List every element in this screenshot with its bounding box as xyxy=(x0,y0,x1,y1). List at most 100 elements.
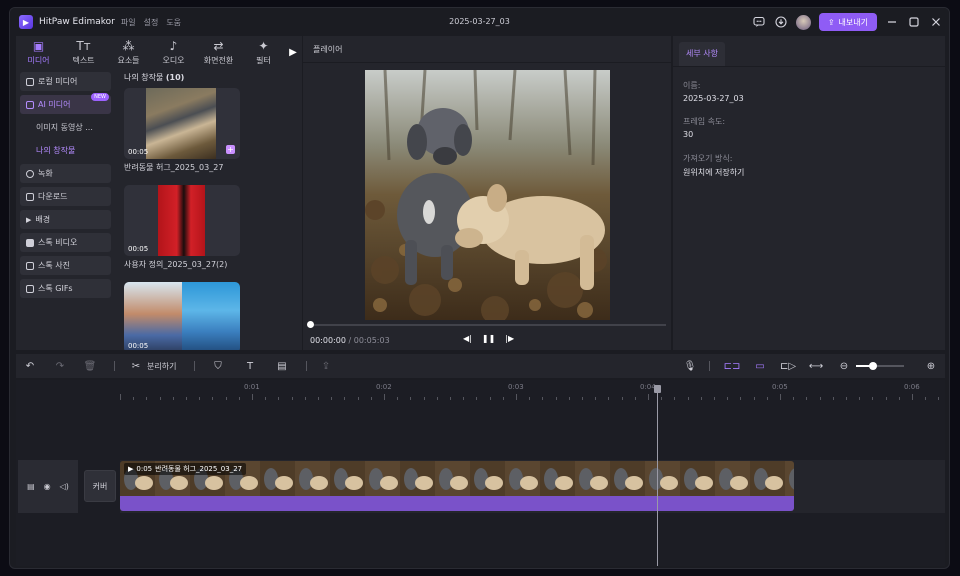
track-lock-icon[interactable]: ▤ xyxy=(27,482,35,491)
tab-details[interactable]: 세부 사항 xyxy=(679,42,725,66)
maximize-icon[interactable] xyxy=(907,15,921,29)
mask-icon[interactable]: ⛉ xyxy=(210,358,226,374)
text-box-icon[interactable]: T xyxy=(242,358,258,374)
sidebar-item-stock-photo[interactable]: 스톡 사진 xyxy=(20,256,111,275)
feedback-icon[interactable] xyxy=(752,15,766,29)
export-label: 내보내기 xyxy=(838,17,868,27)
tab-filter[interactable]: ✦ 필터 xyxy=(241,36,286,69)
menu-file[interactable]: 파일 xyxy=(121,17,136,28)
media-card[interactable]: 00:05 + xyxy=(124,88,240,159)
split-label[interactable]: 분리하기 xyxy=(147,361,176,372)
ruler-tick xyxy=(648,394,649,400)
ruler-tick xyxy=(925,397,927,400)
tab-audio-label: 오디오 xyxy=(162,55,185,65)
ruler-tick xyxy=(859,397,861,400)
filmstrip-frame xyxy=(260,461,295,496)
menu-settings[interactable]: 설정 xyxy=(144,17,159,28)
microphone-icon[interactable]: 🎙 xyxy=(682,358,698,374)
timeline-clip[interactable]: ▶ 0:05 반려동물 허그_2025_03_27 xyxy=(120,461,794,511)
folder-icon xyxy=(26,77,34,86)
fit-icon[interactable]: ⟷ xyxy=(808,358,824,374)
sidebar-item-stock-gifs[interactable]: 스톡 GIFs xyxy=(20,279,111,298)
delete-icon[interactable]: 🗑 xyxy=(82,358,98,374)
sidebar-item-download[interactable]: 다운로드 xyxy=(20,187,111,206)
text-icon: Tт xyxy=(76,38,91,53)
track-volume-icon[interactable]: ◁) xyxy=(60,482,69,491)
ruler-tick xyxy=(674,397,676,400)
download-icon[interactable] xyxy=(774,15,788,29)
track-visibility-icon[interactable]: ◉ xyxy=(44,482,51,491)
sidebar-item-background[interactable]: ▶ 배경 xyxy=(20,210,111,229)
ruler-tick xyxy=(634,397,636,400)
time-ruler[interactable]: 0:01 0:02 0:03 0:04 0:05 0:06 xyxy=(16,380,945,400)
video-preview[interactable] xyxy=(365,70,610,320)
caret-right-icon: ▶ xyxy=(26,215,32,224)
sidebar-item-my-creations[interactable]: 나의 창작물 xyxy=(20,141,111,160)
ai-tool-icon[interactable]: ▤ xyxy=(274,358,290,374)
menu-help[interactable]: 도움 xyxy=(166,17,181,28)
ruler-tick xyxy=(608,397,610,400)
cover-button[interactable]: 커버 xyxy=(84,470,116,502)
media-card[interactable]: 00:05 xyxy=(124,185,240,256)
ruler-tick xyxy=(780,394,781,400)
tab-elements[interactable]: ⁂ 요소들 xyxy=(106,36,151,69)
app-window: ▶ HitPaw Edimakor 파일 설정 도움 2025-03-27_03… xyxy=(9,7,950,569)
sidebar-item-label: 배경 xyxy=(35,215,51,224)
tab-media[interactable]: ▣ 미디어 xyxy=(16,36,61,69)
ruler-tick xyxy=(252,394,253,400)
tab-text-label: 텍스트 xyxy=(72,55,95,65)
user-avatar[interactable] xyxy=(795,14,811,30)
split-icon[interactable]: ✂ xyxy=(128,358,144,374)
add-to-timeline-icon[interactable]: + xyxy=(226,145,235,154)
title-actions: ⇪ 내보내기 xyxy=(752,13,943,31)
track-icon[interactable]: ⊏▷ xyxy=(780,358,796,374)
sidebar-item-label: 녹화 xyxy=(38,169,53,178)
playhead[interactable] xyxy=(654,385,661,566)
pause-icon[interactable]: ❚❚ xyxy=(482,334,495,343)
ruler-label: 0:06 xyxy=(904,383,920,391)
filmstrip-frame xyxy=(680,461,715,496)
minimize-icon[interactable] xyxy=(885,15,899,29)
tabs-next-icon[interactable]: ▶ xyxy=(286,36,300,69)
tab-transition[interactable]: ⇄ 화면전환 xyxy=(196,36,241,69)
undo-icon[interactable]: ↶ xyxy=(22,358,38,374)
track-header: ▤ ◉ ◁) xyxy=(18,460,78,513)
details-divider xyxy=(673,66,945,67)
ruler-tick xyxy=(423,397,425,400)
next-frame-icon[interactable]: |▶ xyxy=(505,334,514,343)
name-label: 이름: xyxy=(683,81,701,90)
ruler-tick xyxy=(186,397,187,400)
sidebar-item-image-video[interactable]: 이미지 동영상 ... xyxy=(20,118,111,137)
export-button[interactable]: ⇪ 내보내기 xyxy=(818,13,877,31)
media-duration: 00:05 xyxy=(128,245,149,253)
export-clip-icon[interactable]: ⇪ xyxy=(318,358,334,374)
filmstrip-frame xyxy=(295,461,330,496)
zoom-in-icon[interactable]: ⊕ xyxy=(923,358,939,374)
redo-icon[interactable]: ↷ xyxy=(52,358,68,374)
ruler-tick xyxy=(516,394,517,400)
close-icon[interactable] xyxy=(929,15,943,29)
tab-audio[interactable]: ♪ 오디오 xyxy=(151,36,196,69)
sidebar-item-ai-media[interactable]: AI 미디어 NEW xyxy=(20,93,111,114)
previous-frame-icon[interactable]: ◀| xyxy=(463,334,472,343)
ruler-label: 0:03 xyxy=(508,383,524,391)
playback-scrubber[interactable] xyxy=(307,321,666,328)
sidebar-item-stock-video[interactable]: 스톡 비디오 xyxy=(20,233,111,252)
ruler-tick xyxy=(832,397,834,400)
tab-text[interactable]: Tт 텍스트 xyxy=(61,36,106,69)
ruler-tick xyxy=(819,397,821,400)
sidebar-item-local-media[interactable]: 로컬 미디어 xyxy=(20,72,111,91)
link-icon[interactable]: ⊏⊐ xyxy=(724,358,741,374)
filmstrip-frame xyxy=(610,461,645,496)
playhead-handle[interactable] xyxy=(654,385,661,393)
zoom-handle[interactable] xyxy=(868,362,877,370)
scrubber-handle[interactable] xyxy=(307,321,314,328)
sidebar-item-record[interactable]: 녹화 xyxy=(20,164,111,183)
zoom-slider[interactable] xyxy=(856,362,904,370)
ruler-tick xyxy=(555,397,557,400)
cover-label: 커버 xyxy=(92,481,108,491)
snap-icon[interactable]: ▭ xyxy=(752,358,768,374)
filmstrip-frame xyxy=(470,461,505,496)
media-card[interactable]: 00:05 xyxy=(124,282,240,350)
zoom-out-icon[interactable]: ⊖ xyxy=(836,358,852,374)
